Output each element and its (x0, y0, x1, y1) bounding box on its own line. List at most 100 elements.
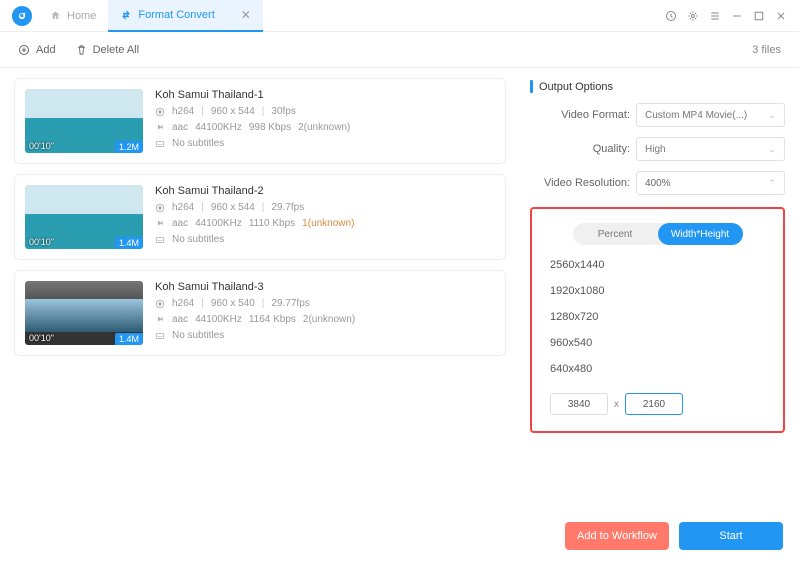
subtitle-icon (155, 331, 165, 341)
video-icon (155, 107, 165, 117)
video-fps: 29.77fps (271, 298, 309, 309)
chevron-up-icon: ⌃ (768, 178, 776, 189)
tab-close-button[interactable]: ✕ (241, 8, 251, 22)
duration-badge: 00'10" (29, 333, 54, 343)
x-separator: x (614, 399, 619, 410)
resolution-preset[interactable]: 2560x1440 (550, 259, 767, 271)
add-button[interactable]: Add (18, 44, 56, 56)
filesize-badge: 1.4M (115, 237, 143, 249)
audio-bitrate: 998 Kbps (249, 122, 291, 133)
audio-codec: aac (172, 122, 188, 133)
file-list: 00'10"1.2MKoh Samui Thailand-1h264|960 x… (0, 68, 520, 562)
video-codec: h264 (172, 202, 194, 213)
audio-icon (155, 219, 165, 229)
tab-label: Format Convert (138, 9, 214, 21)
quality-label: Quality: (530, 143, 630, 155)
duration-badge: 00'10" (29, 237, 54, 247)
tab-format-convert[interactable]: Format Convert ✕ (108, 0, 262, 32)
resolution-preset[interactable]: 640x480 (550, 363, 767, 375)
audio-icon (155, 315, 165, 325)
audio-channels: 1(unknown) (302, 218, 354, 229)
settings-icon[interactable] (687, 10, 699, 22)
video-fps: 29.7fps (271, 202, 304, 213)
history-icon[interactable] (665, 10, 677, 22)
tab-label: Home (67, 10, 96, 22)
chevron-down-icon: ⌄ (768, 144, 776, 155)
audio-codec: aac (172, 314, 188, 325)
output-options-title: Output Options (539, 81, 613, 93)
video-codec: h264 (172, 298, 194, 309)
file-toolbar: Add Delete All 3 files (0, 32, 799, 68)
file-title: Koh Samui Thailand-3 (155, 281, 495, 293)
video-icon (155, 299, 165, 309)
video-format-label: Video Format: (530, 109, 630, 121)
audio-bitrate: 1164 Kbps (249, 314, 296, 325)
start-button[interactable]: Start (679, 522, 783, 550)
filesize-badge: 1.4M (115, 333, 143, 345)
footer-actions: Add to Workflow Start (565, 522, 783, 550)
audio-rate: 44100KHz (195, 218, 242, 229)
video-format-select[interactable]: Custom MP4 Movie(...) ⌄ (636, 103, 785, 127)
audio-channels: 2(unknown) (298, 122, 350, 133)
file-card[interactable]: 00'10"1.2MKoh Samui Thailand-1h264|960 x… (14, 78, 506, 164)
video-fps: 30fps (271, 106, 295, 117)
file-card[interactable]: 00'10"1.4MKoh Samui Thailand-2h264|960 x… (14, 174, 506, 260)
output-options-header: Output Options (530, 80, 785, 93)
resolution-custom-row: x (550, 393, 767, 415)
title-bar: Home Format Convert ✕ (0, 0, 799, 32)
video-thumbnail: 00'10" 1.4M (25, 281, 143, 345)
custom-height-input[interactable] (625, 393, 683, 415)
chevron-down-icon: ⌄ (768, 110, 776, 121)
home-icon (50, 10, 61, 21)
video-resolution: 960 x 540 (211, 298, 255, 309)
menu-icon[interactable] (709, 10, 721, 22)
add-to-workflow-button[interactable]: Add to Workflow (565, 522, 669, 550)
subtitle-info: No subtitles (172, 330, 224, 341)
audio-channels: 2(unknown) (303, 314, 355, 325)
video-thumbnail: 00'10" 1.4M (25, 185, 143, 249)
video-resolution: 960 x 544 (211, 202, 255, 213)
audio-codec: aac (172, 218, 188, 229)
file-card[interactable]: 00'10"1.4MKoh Samui Thailand-3h264|960 x… (14, 270, 506, 356)
resolution-select[interactable]: 400% ⌃ (636, 171, 785, 195)
resolution-preset[interactable]: 960x540 (550, 337, 767, 349)
video-codec: h264 (172, 106, 194, 117)
resolution-preset-list: 2560x1440 1920x1080 1280x720 960x540 640x480… (548, 259, 767, 415)
add-label: Add (36, 44, 56, 56)
trash-icon (76, 44, 87, 56)
resolution-preset[interactable]: 1920x1080 (550, 285, 767, 297)
audio-rate: 44100KHz (195, 314, 242, 325)
toggle-percent[interactable]: Percent (573, 223, 658, 245)
subtitle-icon (155, 139, 165, 149)
audio-icon (155, 123, 165, 133)
file-title: Koh Samui Thailand-2 (155, 185, 495, 197)
toggle-width-height[interactable]: Width*Height (658, 223, 743, 245)
quality-select[interactable]: High ⌄ (636, 137, 785, 161)
filesize-badge: 1.2M (115, 141, 143, 153)
custom-width-input[interactable] (550, 393, 608, 415)
convert-icon (120, 9, 132, 21)
resolution-dropdown: Percent Width*Height 2560x1440 1920x1080 1… (530, 207, 785, 433)
audio-rate: 44100KHz (195, 122, 242, 133)
resolution-preset[interactable]: 1280x720 (550, 311, 767, 323)
tab-home[interactable]: Home (38, 0, 108, 32)
resolution-label: Video Resolution: (530, 177, 630, 189)
subtitle-info: No subtitles (172, 138, 224, 149)
delete-all-label: Delete All (93, 44, 139, 56)
duration-badge: 00'10" (29, 141, 54, 151)
file-count: 3 files (752, 44, 781, 56)
delete-all-button[interactable]: Delete All (76, 44, 139, 56)
app-logo (12, 6, 32, 26)
file-title: Koh Samui Thailand-1 (155, 89, 495, 101)
subtitle-info: No subtitles (172, 234, 224, 245)
video-thumbnail: 00'10" 1.2M (25, 89, 143, 153)
video-resolution: 960 x 544 (211, 106, 255, 117)
refresh-icon (17, 11, 27, 21)
output-options-panel: Output Options Video Format: Custom MP4 … (520, 68, 799, 562)
video-icon (155, 203, 165, 213)
maximize-button[interactable] (753, 10, 765, 22)
close-button[interactable] (775, 10, 787, 22)
minimize-button[interactable] (731, 10, 743, 22)
plus-circle-icon (18, 44, 30, 56)
subtitle-icon (155, 235, 165, 245)
